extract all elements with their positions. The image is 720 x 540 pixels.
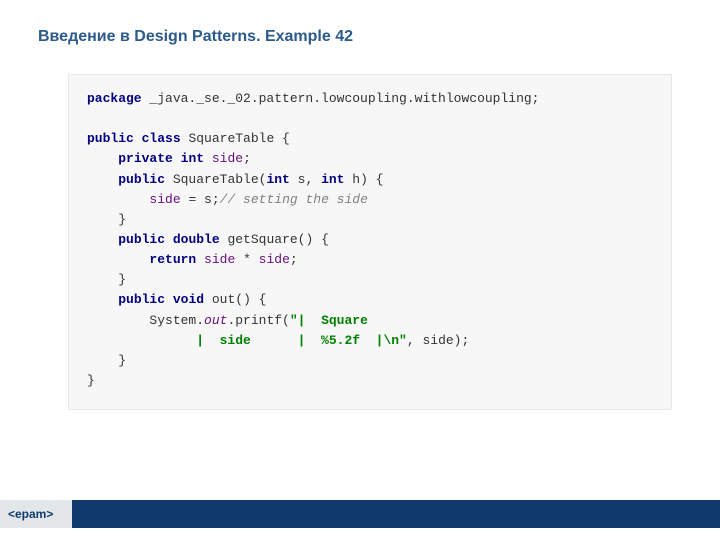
class-name: SquareTable { — [181, 131, 290, 146]
assign-lhs: side — [149, 192, 180, 207]
after-str: , side); — [407, 333, 469, 348]
close-out: } — [87, 353, 126, 368]
logo-text: <epam> — [8, 507, 53, 521]
param-h: h) { — [344, 172, 383, 187]
printf-call: .printf( — [227, 313, 289, 328]
out-static: out — [204, 313, 227, 328]
ret-side1: side — [204, 252, 235, 267]
kw-class: class — [142, 131, 181, 146]
kw-public4: public — [118, 292, 165, 307]
package-path: _java._se._02.pattern.lowcoupling.withlo… — [142, 91, 540, 106]
slide-title: Введение в Design Patterns. Example 42 — [0, 0, 720, 46]
kw-int2: int — [266, 172, 289, 187]
field-side: side — [212, 151, 243, 166]
ret-mid: * — [235, 252, 258, 267]
ret-sp — [196, 252, 204, 267]
semi1: ; — [243, 151, 251, 166]
param-s: s, — [290, 172, 321, 187]
method-getSquare: getSquare() { — [220, 232, 329, 247]
kw-int3: int — [321, 172, 344, 187]
close-getsq: } — [87, 272, 126, 287]
assign-rest: = s; — [181, 192, 220, 207]
kw-double: double — [173, 232, 220, 247]
epam-logo-icon: <epam> — [8, 507, 66, 521]
kw-public: public — [87, 131, 134, 146]
kw-private: private — [118, 151, 173, 166]
comment-side: // setting the side — [220, 192, 368, 207]
kw-public3: public — [118, 232, 165, 247]
footer-bar: <epam> — [0, 500, 720, 528]
ret-side2: side — [259, 252, 290, 267]
kw-void: void — [173, 292, 204, 307]
semi2: ; — [290, 252, 298, 267]
str-line2: | side | %5.2f |\n" — [87, 333, 407, 348]
logo-box: <epam> — [0, 500, 72, 528]
method-out: out() { — [204, 292, 266, 307]
kw-public2: public — [118, 172, 165, 187]
kw-int: int — [181, 151, 204, 166]
kw-package: package — [87, 91, 142, 106]
str-line1: "| Square — [290, 313, 462, 328]
close-ctor: } — [87, 212, 126, 227]
code-block: package _java._se._02.pattern.lowcouplin… — [68, 74, 672, 410]
footer-stripe — [72, 500, 720, 528]
close-class: } — [87, 373, 95, 388]
ctor-name: SquareTable( — [165, 172, 266, 187]
sys-prefix: System. — [87, 313, 204, 328]
kw-return: return — [149, 252, 196, 267]
